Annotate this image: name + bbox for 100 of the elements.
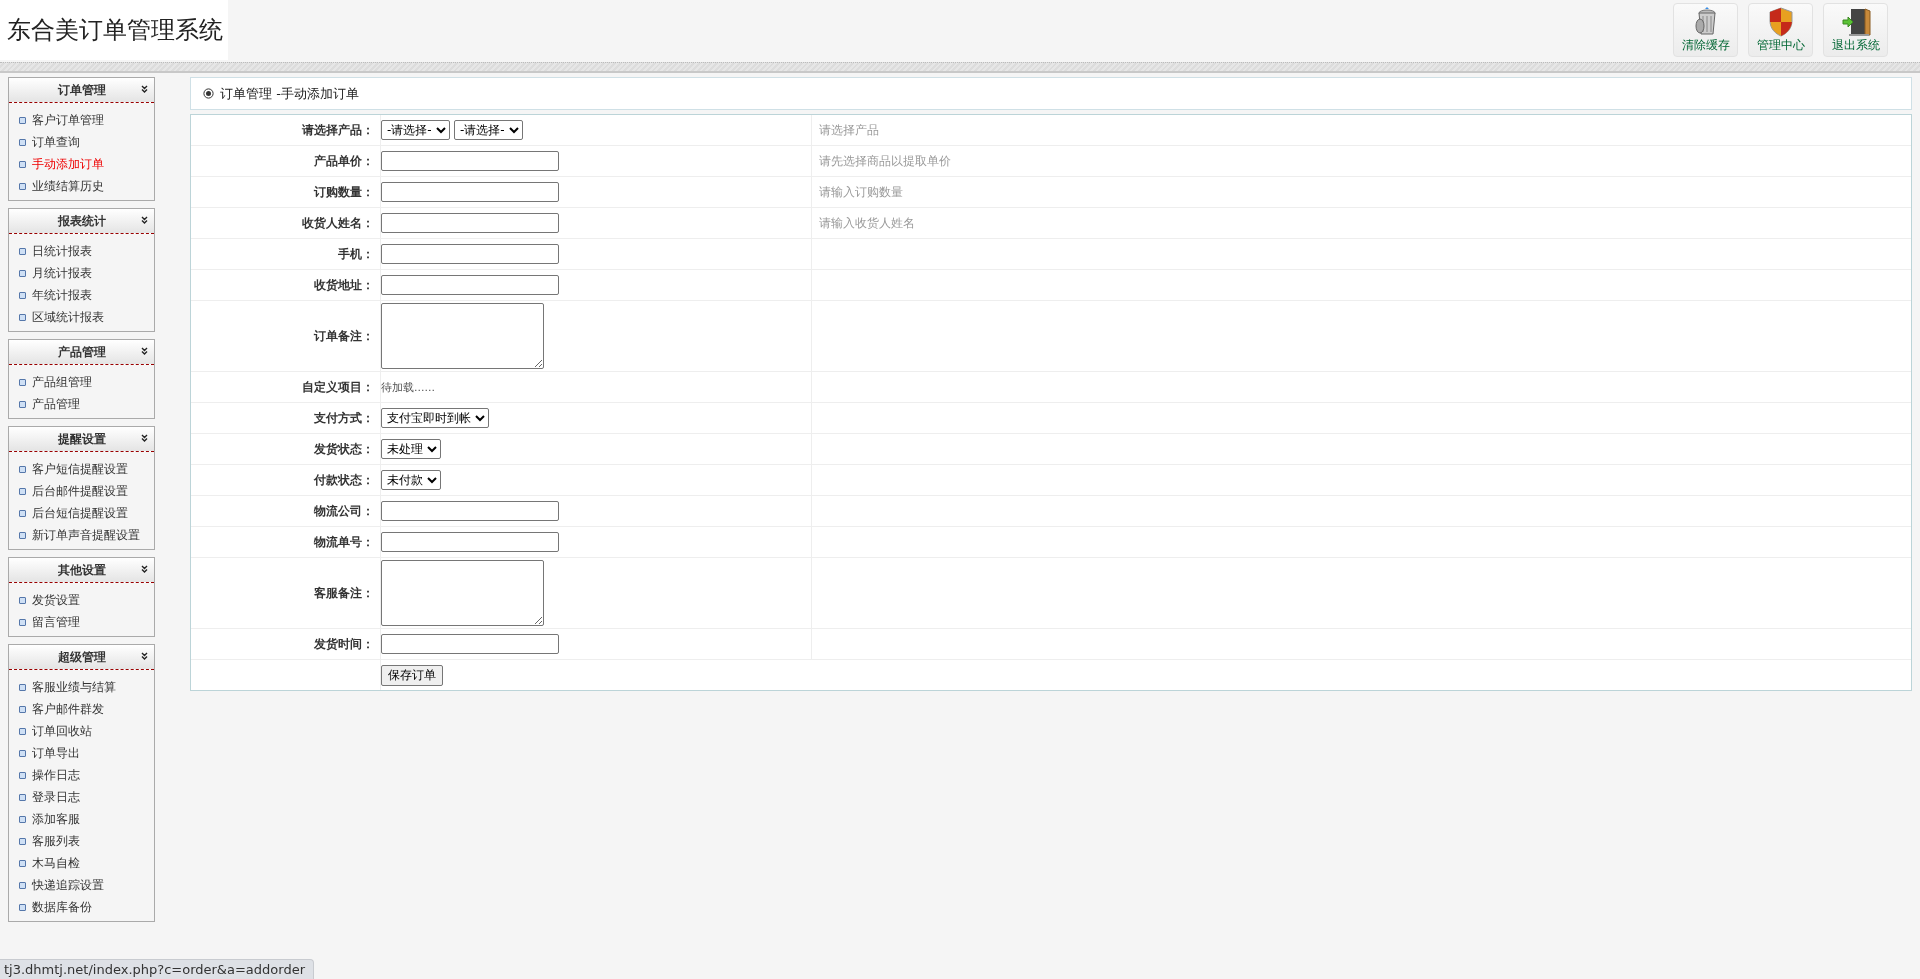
save-button[interactable]: 保存订单	[381, 664, 443, 686]
bullet-icon	[19, 596, 26, 604]
menu-link[interactable]: 客服列表	[32, 832, 80, 850]
field-label-cell: 发货时间：	[191, 629, 381, 660]
input-field[interactable]	[381, 532, 559, 552]
menu-link[interactable]: 订单导出	[32, 744, 80, 762]
menu-link[interactable]: 添加客服	[32, 810, 80, 828]
bullet-icon	[19, 487, 26, 495]
menu-link[interactable]: 登录日志	[32, 788, 80, 806]
double-chevron-icon	[141, 652, 148, 660]
menu-link[interactable]: 木马自检	[32, 854, 80, 872]
hint-cell: 请输入收货人姓名	[811, 208, 1911, 239]
bullet-icon	[19, 247, 26, 255]
toolbar-button[interactable]: 退出系统	[1823, 3, 1888, 57]
bullet-icon	[19, 859, 26, 867]
double-chevron-icon	[141, 347, 148, 355]
double-chevron-icon	[141, 565, 148, 573]
double-chevron-icon	[141, 216, 148, 224]
toolbar-button[interactable]: 清除缓存	[1673, 3, 1738, 57]
menu-link[interactable]: 客服业绩与结算	[32, 678, 116, 696]
menu-link[interactable]: 月统计报表	[32, 264, 92, 282]
menu-link[interactable]: 后台短信提醒设置	[32, 504, 128, 522]
bullet-icon	[19, 705, 26, 713]
bullet-icon	[19, 509, 26, 517]
input-field[interactable]	[381, 275, 559, 295]
bullet-icon	[19, 683, 26, 691]
bullet-icon	[19, 182, 26, 190]
bullet-icon	[19, 269, 26, 277]
text-area[interactable]	[381, 303, 544, 369]
bullet-icon	[19, 313, 26, 321]
menu-section-header[interactable]: 产品管理	[9, 340, 154, 365]
menu-section-header[interactable]: 超级管理	[9, 645, 154, 670]
dropdown[interactable]: 未处理	[381, 439, 441, 459]
bullet-icon	[19, 815, 26, 823]
text-area[interactable]	[381, 560, 544, 626]
hint-cell: 请先选择商品以提取单价	[811, 146, 1911, 177]
field-label-cell: 收货人姓名：	[191, 208, 381, 239]
field-label-cell: 手机：	[191, 239, 381, 270]
bullet-icon	[19, 771, 26, 779]
bullet-icon	[19, 160, 26, 168]
dropdown[interactable]: -请选择-	[381, 120, 450, 140]
input-field[interactable]	[381, 634, 559, 654]
menu-link[interactable]: 后台邮件提醒设置	[32, 482, 128, 500]
menu-section-header[interactable]: 订单管理	[9, 78, 154, 103]
dropdown[interactable]: 支付宝即时到帐	[381, 408, 489, 428]
bullet-icon	[19, 291, 26, 299]
menu-link[interactable]: 订单回收站	[32, 722, 92, 740]
menu-link[interactable]: 区域统计报表	[32, 308, 104, 326]
menu-section-header[interactable]: 报表统计	[9, 209, 154, 234]
menu-link[interactable]: 订单查询	[32, 133, 80, 151]
bullet-icon	[19, 378, 26, 386]
menu-link[interactable]: 操作日志	[32, 766, 80, 784]
menu-link[interactable]: 年统计报表	[32, 286, 92, 304]
field-label-cell: 付款状态：	[191, 465, 381, 496]
menu-link[interactable]: 留言管理	[32, 613, 80, 631]
menu-link[interactable]: 产品组管理	[32, 373, 92, 391]
menu-link[interactable]: 手动添加订单	[32, 155, 104, 173]
menu-link[interactable]: 客户订单管理	[32, 111, 104, 129]
input-field[interactable]	[381, 151, 559, 171]
dropdown[interactable]: -请选择-	[454, 120, 523, 140]
bullet-icon	[19, 749, 26, 757]
menu-link[interactable]: 业绩结算历史	[32, 177, 104, 195]
radio-dot-icon	[203, 88, 214, 99]
input-field[interactable]	[381, 244, 559, 264]
dropdown[interactable]: 未付款	[381, 470, 441, 490]
bullet-icon	[19, 793, 26, 801]
menu-link[interactable]: 数据库备份	[32, 898, 92, 916]
bullet-icon	[19, 400, 26, 408]
double-chevron-icon	[141, 434, 148, 442]
bullet-icon	[19, 465, 26, 473]
exit-door-icon	[1840, 7, 1871, 37]
menu-link[interactable]: 快递追踪设置	[32, 876, 104, 894]
menu-section-header[interactable]: 提醒设置	[9, 427, 154, 452]
input-field[interactable]	[381, 213, 559, 233]
toolbar-button[interactable]: 管理中心	[1748, 3, 1813, 57]
field-label-cell: 发货状态：	[191, 434, 381, 465]
field-label-cell: 订购数量：	[191, 177, 381, 208]
status-text: 待加载......	[381, 379, 435, 395]
menu-link[interactable]: 产品管理	[32, 395, 80, 413]
app-title: 东合美订单管理系统	[0, 0, 228, 60]
bullet-icon	[19, 903, 26, 911]
field-label-cell: 收货地址：	[191, 270, 381, 301]
field-label-cell: 支付方式：	[191, 403, 381, 434]
input-field[interactable]	[381, 182, 559, 202]
menu-link[interactable]: 发货设置	[32, 591, 80, 609]
menu-link[interactable]: 客户短信提醒设置	[32, 460, 128, 478]
shield-icon	[1767, 7, 1794, 37]
bullet-icon	[19, 138, 26, 146]
field-label-cell: 自定义项目：	[191, 372, 381, 403]
input-field[interactable]	[381, 501, 559, 521]
menu-link[interactable]: 新订单声音提醒设置	[32, 526, 140, 544]
menu-section-header[interactable]: 其他设置	[9, 558, 154, 583]
hint-cell: 请选择产品	[811, 115, 1911, 146]
hint-cell: 请输入订购数量	[811, 177, 1911, 208]
double-chevron-icon	[141, 85, 148, 93]
field-label-cell: 物流公司：	[191, 496, 381, 527]
bullet-icon	[19, 116, 26, 124]
menu-link[interactable]: 客户邮件群发	[32, 700, 104, 718]
menu-link[interactable]: 日统计报表	[32, 242, 92, 260]
field-label-cell: 请选择产品：	[191, 115, 381, 146]
